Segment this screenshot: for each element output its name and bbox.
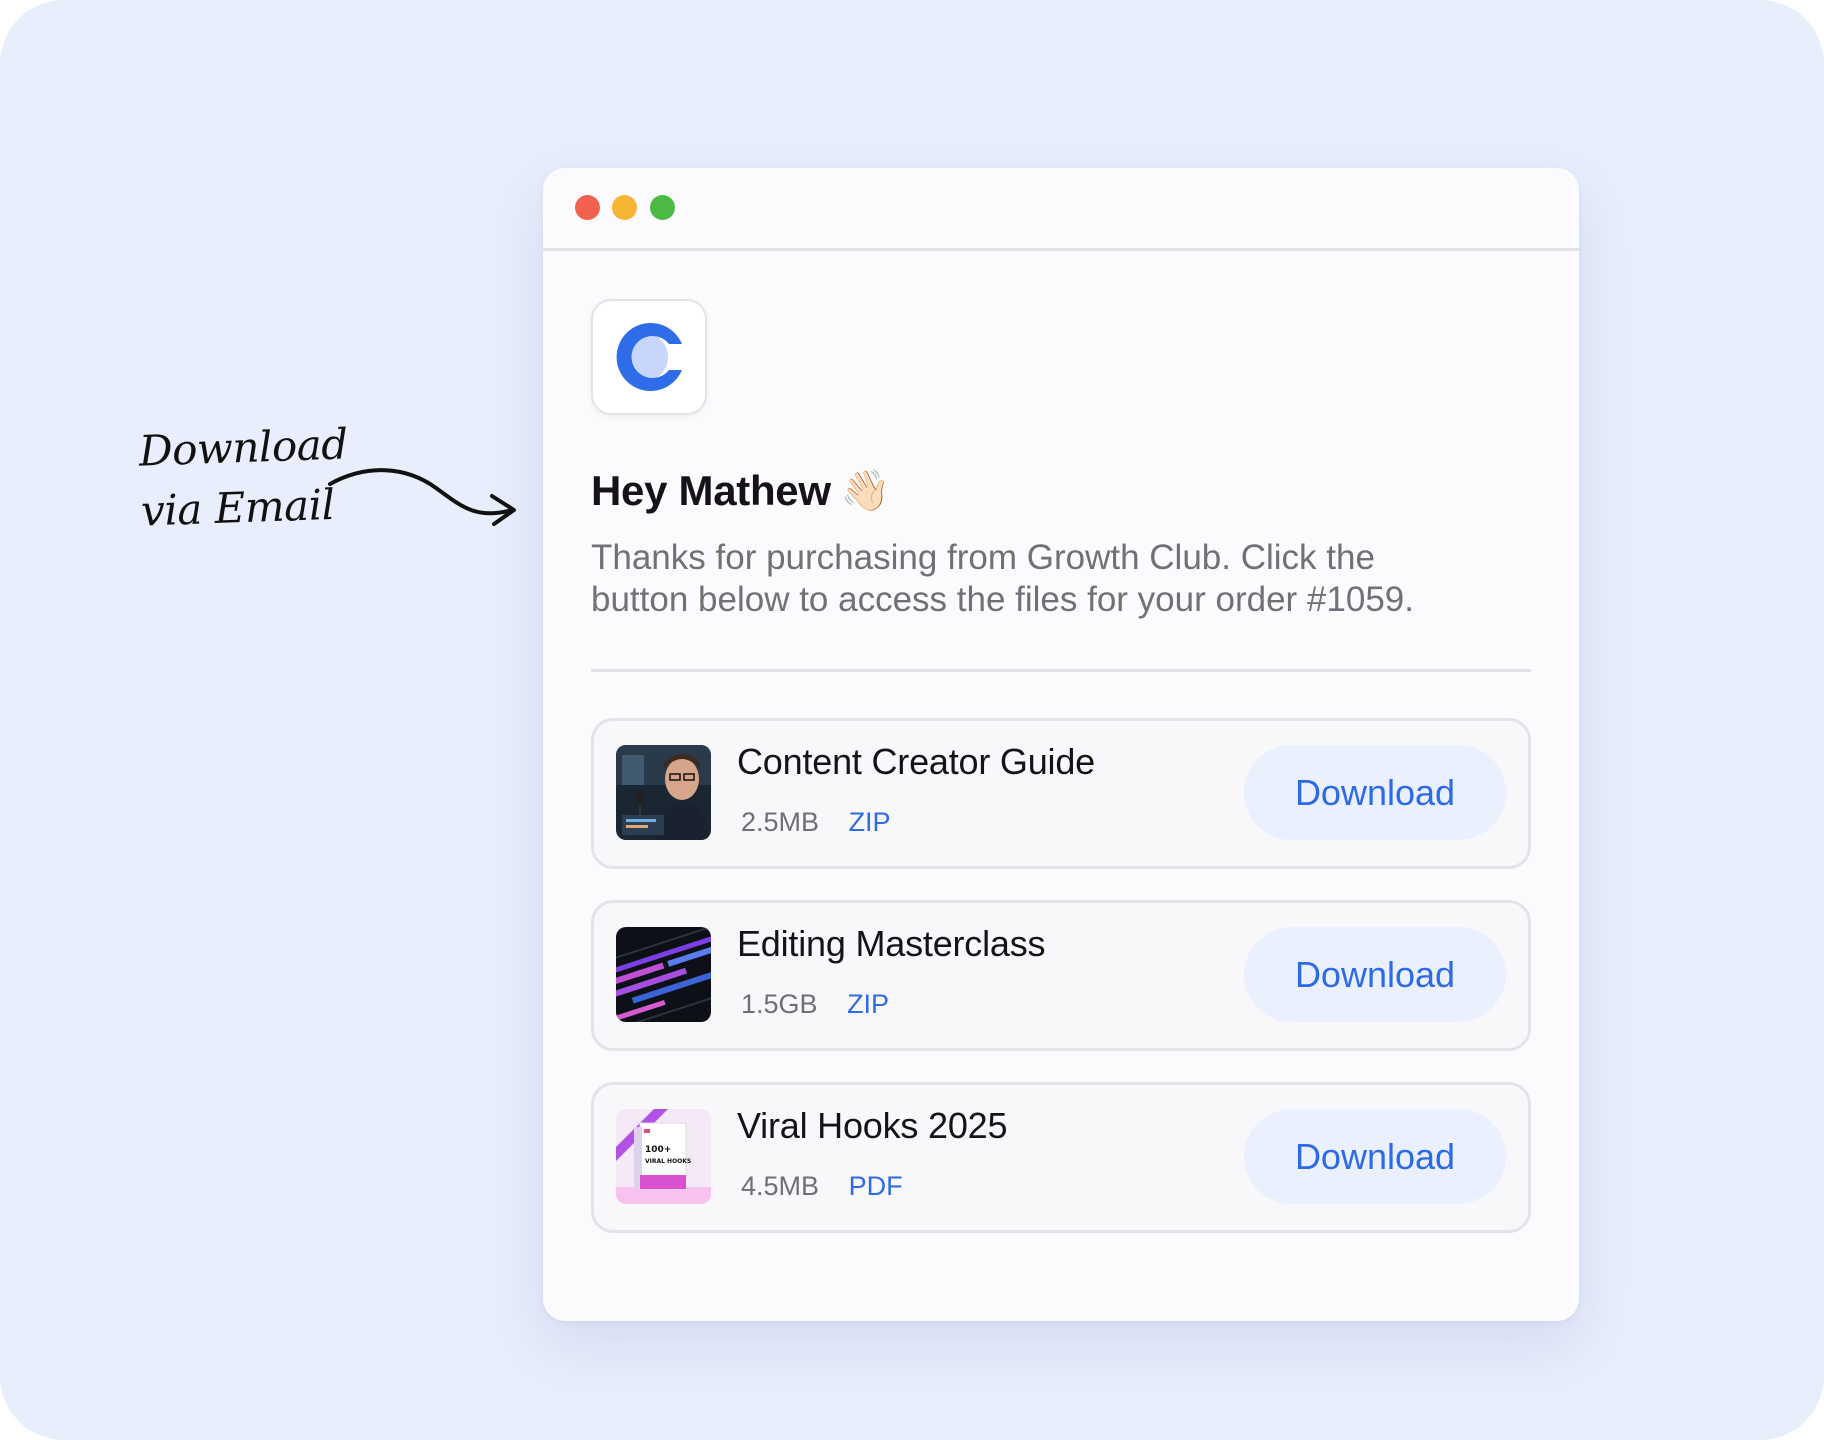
file-title: Editing Masterclass <box>737 923 1046 964</box>
svg-text:100+: 100+ <box>645 1145 671 1155</box>
file-title: Content Creator Guide <box>737 741 1095 782</box>
minimize-window-button[interactable] <box>612 195 637 220</box>
greeting-text: Hey Mathew <box>591 467 831 514</box>
file-type: ZIP <box>848 807 891 837</box>
arrow-icon <box>328 468 516 526</box>
file-meta: 2.5MB ZIP <box>741 807 891 838</box>
greeting-heading: Hey Mathew 👋🏻 <box>591 467 1531 515</box>
annotation-line-1: Download <box>138 419 349 476</box>
viral-hooks-book-thumbnail: 100+ VIRAL HOOKS <box>616 1109 711 1204</box>
waving-hand-icon: 👋🏻 <box>840 469 891 513</box>
file-size: 1.5GB <box>741 989 818 1019</box>
brand-logo <box>591 299 707 415</box>
annotation-line-2: via Email <box>140 479 336 536</box>
file-item-viral-hooks-2025: 100+ VIRAL HOOKS Viral Hooks 2025 4.5MB … <box>591 1082 1531 1233</box>
email-message: Thanks for purchasing from Growth Club. … <box>591 538 1414 619</box>
svg-text:VIRAL HOOKS: VIRAL HOOKS <box>645 1158 691 1165</box>
podcast-creator-thumbnail <box>616 745 711 840</box>
file-item-content-creator-guide: Content Creator Guide 2.5MB ZIP Download <box>591 718 1531 869</box>
file-meta: 1.5GB ZIP <box>741 989 889 1020</box>
zoom-window-button[interactable] <box>650 195 675 220</box>
file-item-editing-masterclass: Editing Masterclass 1.5GB ZIP Download <box>591 900 1531 1051</box>
file-title: Viral Hooks 2025 <box>737 1105 1008 1146</box>
close-window-button[interactable] <box>575 195 600 220</box>
handwritten-annotation: Download via Email <box>138 414 351 541</box>
file-type: PDF <box>848 1171 903 1201</box>
growth-club-logo-icon <box>616 323 682 391</box>
file-size: 2.5MB <box>741 807 820 837</box>
email-body: Hey Mathew 👋🏻 Thanks for purchasing from… <box>591 299 1531 1264</box>
file-type: ZIP <box>847 989 890 1019</box>
download-button[interactable]: Download <box>1244 745 1506 840</box>
file-meta: 4.5MB PDF <box>741 1171 903 1202</box>
download-button[interactable]: Download <box>1244 1109 1506 1204</box>
editing-timeline-thumbnail <box>616 927 711 1022</box>
window-titlebar <box>543 168 1579 251</box>
email-window: Hey Mathew 👋🏻 Thanks for purchasing from… <box>543 168 1579 1321</box>
file-list: Content Creator Guide 2.5MB ZIP Download <box>591 718 1531 1233</box>
divider <box>591 669 1531 672</box>
file-size: 4.5MB <box>741 1171 820 1201</box>
page-background: Download via Email Hey Mathew 👋🏻 Thanks … <box>0 0 1824 1440</box>
download-button[interactable]: Download <box>1244 927 1506 1022</box>
